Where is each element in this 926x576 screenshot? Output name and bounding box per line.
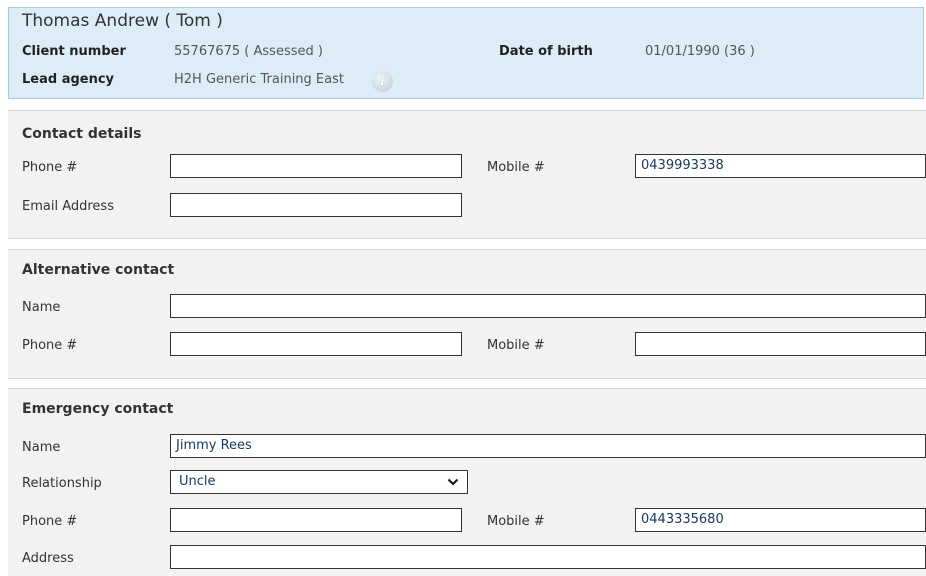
- dob-value: 01/01/1990 (36 ): [645, 44, 755, 59]
- mobile-input[interactable]: 0439993338: [635, 154, 926, 178]
- relationship-select[interactable]: Uncle: [170, 470, 468, 494]
- email-input[interactable]: [170, 193, 462, 217]
- client-number-label: Client number: [22, 44, 126, 59]
- emergency-mobile-label: Mobile #: [487, 514, 545, 529]
- alternative-contact-section: Alternative contact Name Phone # Mobile …: [8, 249, 926, 379]
- emergency-phone-label: Phone #: [22, 514, 78, 529]
- client-header: Thomas Andrew ( Tom ) Client number 5576…: [8, 7, 924, 99]
- alt-mobile-label: Mobile #: [487, 338, 545, 353]
- emergency-mobile-input[interactable]: 0443335680: [635, 508, 926, 532]
- alt-phone-input[interactable]: [170, 332, 462, 356]
- phone-label: Phone #: [22, 160, 78, 175]
- mobile-label: Mobile #: [487, 160, 545, 175]
- phone-input[interactable]: [170, 154, 462, 178]
- client-name: Thomas Andrew ( Tom ): [22, 11, 223, 31]
- alt-mobile-input[interactable]: [635, 332, 926, 356]
- emergency-phone-input[interactable]: [170, 508, 462, 532]
- info-icon[interactable]: i: [372, 71, 393, 92]
- relationship-label: Relationship: [22, 476, 102, 491]
- lead-agency-label: Lead agency: [22, 72, 115, 87]
- alt-phone-label: Phone #: [22, 338, 78, 353]
- address-input[interactable]: [170, 545, 926, 569]
- chevron-down-icon: [447, 471, 459, 501]
- lead-agency-value: H2H Generic Training East: [174, 72, 344, 87]
- emergency-contact-title: Emergency contact: [22, 401, 174, 417]
- alt-name-label: Name: [22, 300, 61, 315]
- contact-details-section: Contact details Phone # Mobile # 0439993…: [8, 110, 926, 239]
- client-number-value: 55767675 ( Assessed ): [174, 44, 323, 59]
- emergency-name-label: Name: [22, 440, 61, 455]
- alt-name-input[interactable]: [170, 294, 926, 318]
- contact-details-title: Contact details: [22, 126, 142, 142]
- emergency-name-input[interactable]: Jimmy Rees: [170, 434, 926, 458]
- relationship-value: Uncle: [179, 474, 216, 489]
- email-label: Email Address: [22, 199, 114, 214]
- alternative-contact-title: Alternative contact: [22, 262, 175, 278]
- dob-label: Date of birth: [499, 44, 593, 59]
- emergency-contact-section: Emergency contact Name Jimmy Rees Relati…: [8, 388, 926, 576]
- address-label: Address: [22, 551, 74, 566]
